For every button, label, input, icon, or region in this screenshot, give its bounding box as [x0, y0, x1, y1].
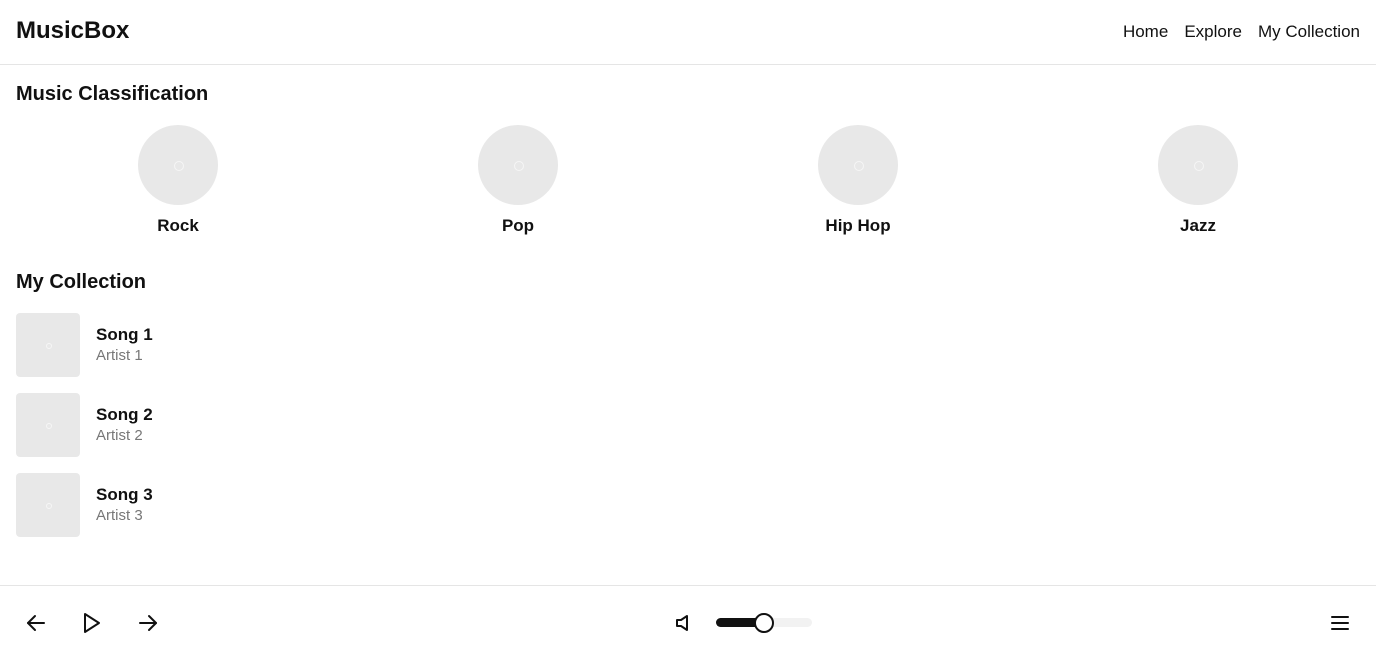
list-item[interactable]: Song 3 Artist 3 [16, 473, 153, 537]
player-bar [0, 585, 1376, 658]
album-art-icon [16, 393, 80, 457]
top-bar: MusicBox Home Explore My Collection [0, 0, 1376, 65]
song-artist: Artist 2 [96, 427, 143, 444]
previous-button[interactable] [23, 610, 49, 636]
category-jazz[interactable]: Jazz [1118, 125, 1278, 236]
category-label: Rock [157, 216, 199, 235]
volume-icon [676, 615, 688, 631]
menu-icon [1331, 616, 1349, 630]
vinyl-icon [818, 125, 898, 205]
song-list: Song 1 Artist 1 Song 2 Artist 2 Song 3 A… [16, 313, 153, 553]
category-pop[interactable]: Pop [438, 125, 598, 236]
vinyl-icon [1158, 125, 1238, 205]
song-title: Song 2 [96, 405, 153, 424]
classification-title: Music Classification [16, 83, 209, 105]
vinyl-icon [138, 125, 218, 205]
list-item[interactable]: Song 1 Artist 1 [16, 313, 153, 377]
category-list: Rock Pop Hip Hop Jazz [8, 125, 1368, 235]
next-button[interactable] [135, 610, 161, 636]
collection-title: My Collection [16, 271, 147, 293]
mute-button[interactable] [670, 610, 696, 636]
category-label: Pop [501, 216, 535, 235]
song-title: Song 3 [96, 485, 153, 504]
next-icon [139, 615, 157, 631]
app-logo[interactable]: MusicBox [16, 17, 129, 45]
category-rock[interactable]: Rock [98, 125, 258, 236]
album-art-icon [16, 313, 80, 377]
category-label: Hip Hop [825, 216, 891, 235]
song-artist: Artist 1 [96, 347, 143, 364]
song-title: Song 1 [96, 325, 153, 344]
volume-handle[interactable] [754, 613, 774, 633]
vinyl-icon [478, 125, 558, 205]
menu-button[interactable] [1327, 610, 1353, 636]
category-label: Jazz [1180, 216, 1216, 235]
play-button[interactable] [78, 610, 104, 636]
volume-slider[interactable] [716, 613, 812, 633]
nav-explore-link[interactable]: Explore [1184, 22, 1242, 42]
nav-my-collection-link[interactable]: My Collection [1258, 22, 1360, 42]
previous-icon [27, 615, 45, 631]
nav-home-link[interactable]: Home [1123, 22, 1168, 42]
category-hip-hop[interactable]: Hip Hop [778, 125, 938, 236]
play-icon [84, 613, 100, 633]
list-item[interactable]: Song 2 Artist 2 [16, 393, 153, 457]
album-art-icon [16, 473, 80, 537]
song-artist: Artist 3 [96, 507, 143, 524]
main-nav: Home Explore My Collection [1123, 22, 1360, 42]
